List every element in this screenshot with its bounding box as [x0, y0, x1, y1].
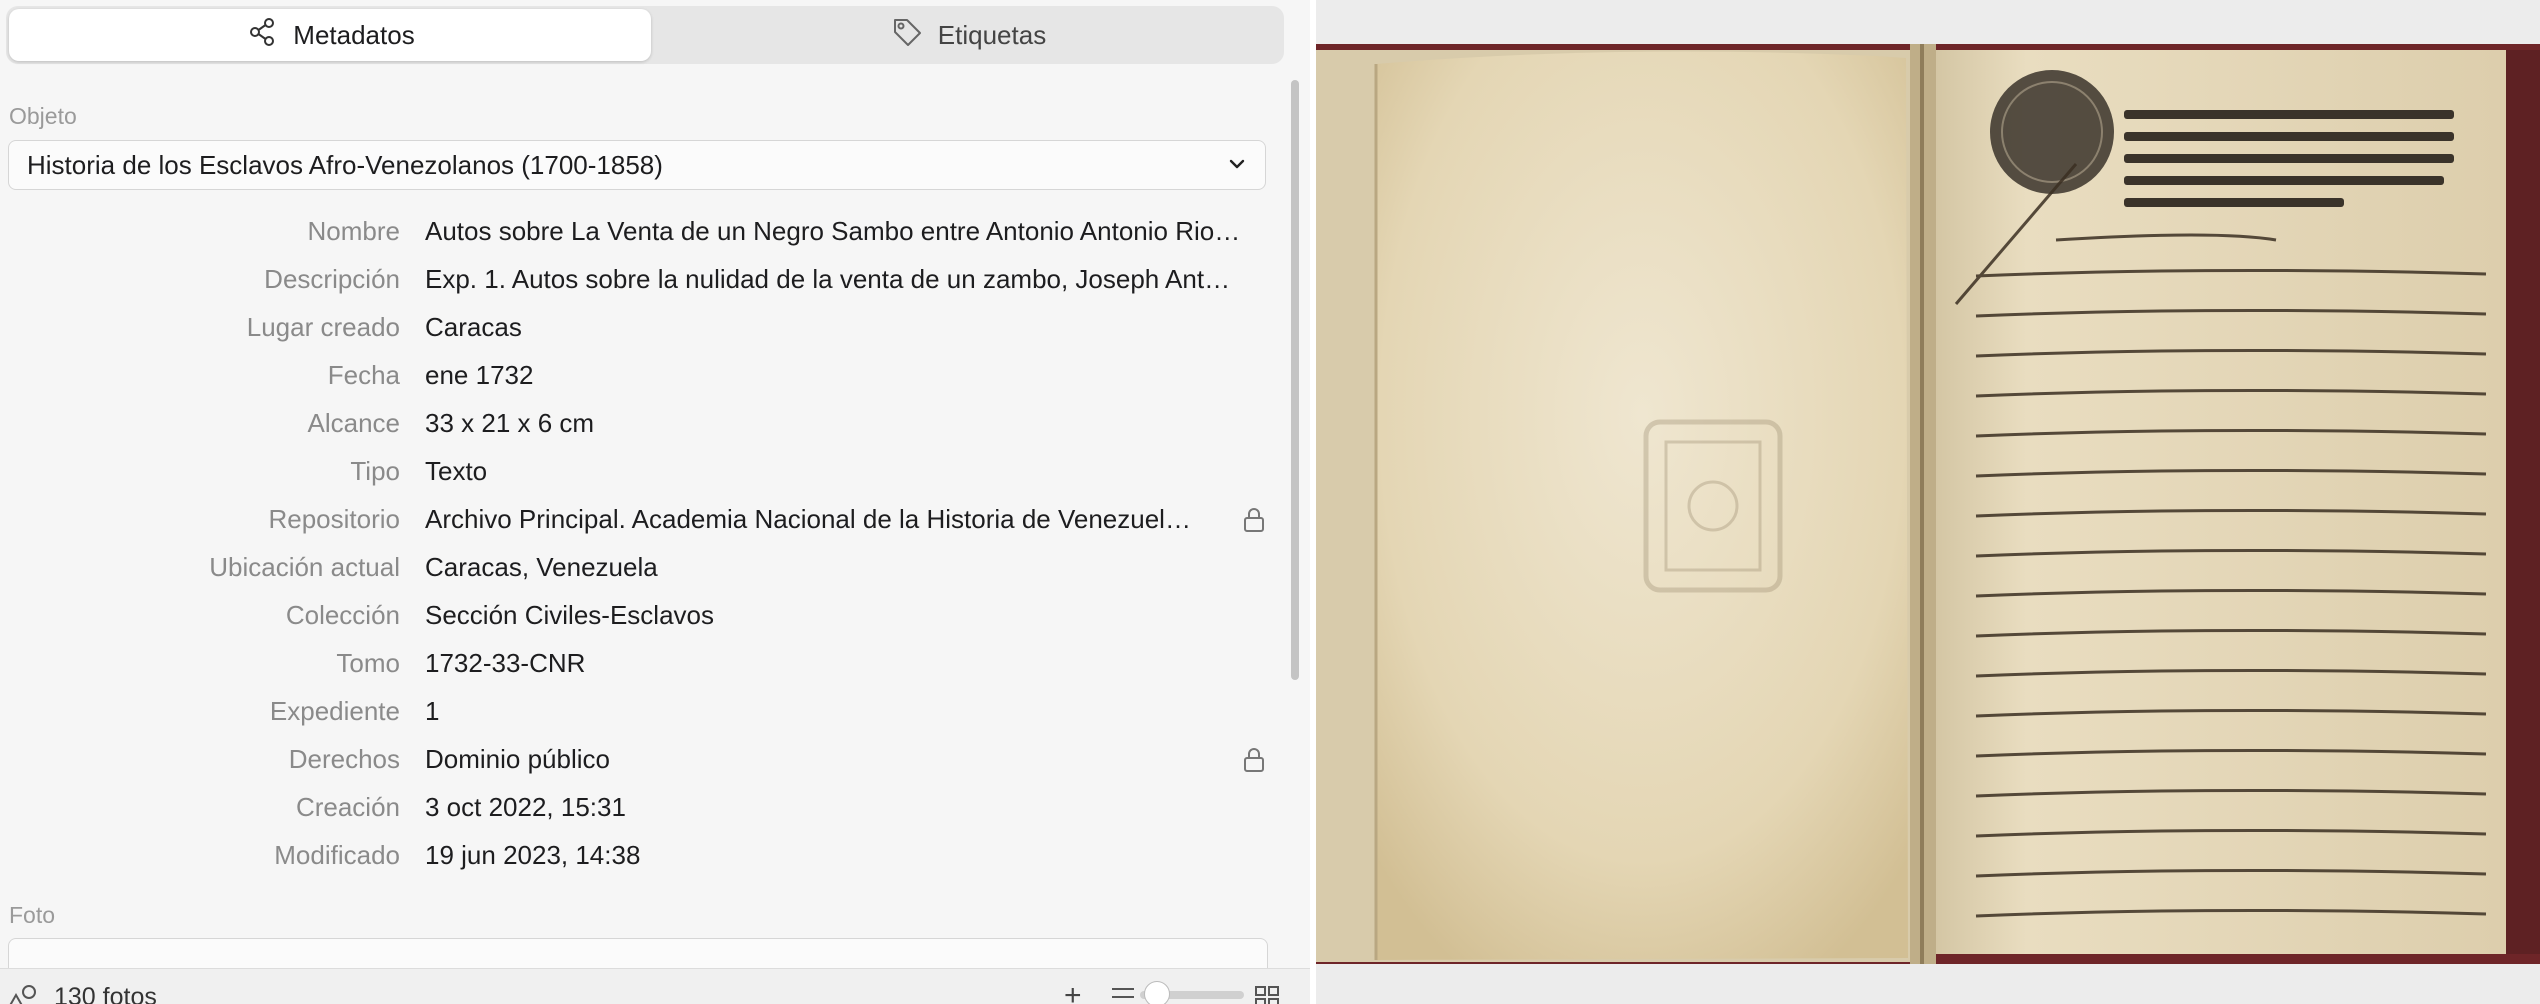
field-row-descripcion[interactable]: Descripción Exp. 1. Autos sobre la nulid… — [0, 255, 1290, 303]
add-button[interactable]: + — [1064, 981, 1082, 1004]
field-key: Expediente — [269, 695, 400, 726]
tab-tags[interactable]: Etiquetas — [654, 9, 1282, 61]
bottom-toolbar: 130 fotos + — [0, 968, 1310, 1004]
field-key: Tipo — [350, 455, 400, 486]
photo-count: 130 fotos — [54, 983, 157, 1004]
scrollbar[interactable] — [1291, 80, 1299, 680]
field-row-ubicacion-actual[interactable]: Ubicación actual Caracas, Venezuela — [0, 543, 1290, 591]
seal-stamp-icon — [1990, 70, 2114, 194]
tab-metadata[interactable]: Metadatos — [9, 9, 651, 61]
tab-tags-label: Etiquetas — [937, 19, 1047, 50]
field-key: Creación — [295, 791, 400, 822]
chevron-down-icon — [1227, 150, 1247, 181]
field-key: Repositorio — [268, 503, 400, 534]
field-value[interactable]: Caracas, Venezuela — [425, 552, 1267, 583]
object-select-value: Historia de los Esclavos Afro-Venezolano… — [27, 149, 663, 180]
field-value[interactable]: Autos sobre La Venta de un Negro Sambo e… — [425, 216, 1267, 247]
field-key: Ubicación actual — [209, 551, 400, 582]
photo-section-label: Foto — [9, 902, 56, 928]
field-key: Colección — [285, 599, 400, 630]
object-select[interactable]: Historia de los Esclavos Afro-Venezolano… — [8, 140, 1266, 190]
field-value: 3 oct 2022, 15:31 — [425, 791, 626, 822]
tab-metadata-label: Metadatos — [293, 19, 415, 50]
lock-icon — [1242, 747, 1266, 773]
field-row-repositorio[interactable]: Repositorio Archivo Principal. Academia … — [0, 495, 1290, 543]
field-value[interactable]: 1732-33-CNR — [425, 648, 1267, 679]
document-photo-svg — [1316, 44, 2540, 964]
share-nodes-icon — [245, 15, 279, 56]
field-key: Descripción — [264, 263, 400, 294]
object-section-label: Objeto — [9, 103, 77, 129]
field-value[interactable]: Exp. 1. Autos sobre la nulidad de la ven… — [425, 264, 1267, 295]
field-value[interactable]: 33 x 21 x 6 cm — [425, 408, 1267, 439]
tag-icon — [890, 15, 924, 56]
preview-bottom-strip — [1316, 964, 2540, 1004]
field-row-derechos[interactable]: Derechos Dominio público — [0, 735, 1290, 783]
zoom-slider-knob[interactable] — [1144, 981, 1170, 1004]
field-row-creacion: Creación 3 oct 2022, 15:31 — [0, 783, 1290, 831]
segmented-control: Metadatos Etiquetas — [6, 6, 1284, 64]
list-view-icon[interactable] — [1110, 985, 1136, 1004]
field-key: Modificado — [274, 839, 400, 870]
field-row-modificado: Modificado 19 jun 2023, 14:38 — [0, 831, 1290, 879]
metadata-panel: Metadatos Etiquetas Objeto Historia de l… — [0, 0, 1310, 1004]
field-key: Alcance — [307, 407, 401, 438]
field-row-tipo[interactable]: Tipo Texto — [0, 447, 1290, 495]
field-row-lugar-creado[interactable]: Lugar creado Caracas — [0, 303, 1290, 351]
field-value: 19 jun 2023, 14:38 — [425, 839, 641, 870]
sort-shapes-icon[interactable] — [6, 983, 38, 1004]
field-value[interactable]: Sección Civiles-Esclavos — [425, 600, 1267, 631]
field-key: Derechos — [288, 743, 400, 774]
image-preview-pane — [1316, 0, 2540, 1004]
field-key: Nombre — [307, 215, 400, 246]
field-key: Fecha — [327, 359, 400, 390]
field-row-tomo[interactable]: Tomo 1732-33-CNR — [0, 639, 1290, 687]
preview-top-strip — [1316, 0, 2540, 44]
field-value[interactable]: Caracas — [425, 312, 1267, 343]
document-photo[interactable] — [1316, 44, 2540, 964]
field-row-coleccion[interactable]: Colección Sección Civiles-Esclavos — [0, 591, 1290, 639]
field-value[interactable]: Texto — [425, 456, 1267, 487]
field-value[interactable]: 1 — [425, 696, 1267, 727]
field-key: Tomo — [336, 647, 400, 678]
field-value: Dominio público — [425, 743, 610, 774]
field-row-fecha[interactable]: Fecha ene 1732 — [0, 351, 1290, 399]
field-value[interactable]: ene 1732 — [425, 360, 1267, 391]
lock-icon — [1242, 507, 1266, 533]
field-row-nombre[interactable]: Nombre Autos sobre La Venta de un Negro … — [0, 207, 1290, 255]
field-row-expediente[interactable]: Expediente 1 — [0, 687, 1290, 735]
field-row-alcance[interactable]: Alcance 33 x 21 x 6 cm — [0, 399, 1290, 447]
grid-view-icon[interactable] — [1254, 985, 1280, 1004]
field-key: Lugar creado — [246, 311, 400, 342]
field-value: Archivo Principal. Academia Nacional de … — [425, 503, 1191, 534]
